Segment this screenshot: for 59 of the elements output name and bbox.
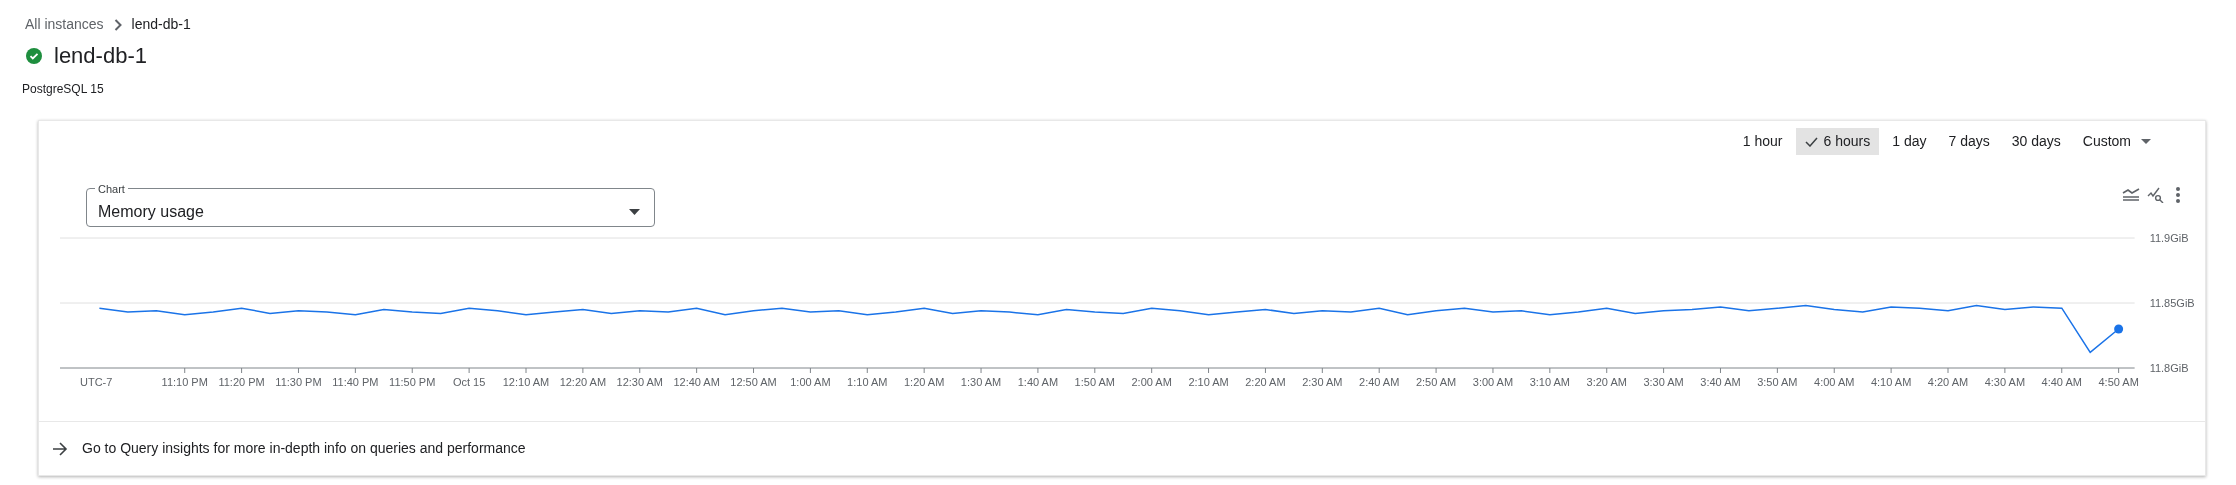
x-axis-label: 12:40 AM [673, 376, 720, 388]
custom-range-dropdown[interactable]: Custom [2073, 128, 2160, 155]
time-range-tab[interactable]: 1 hour [1733, 128, 1792, 155]
check-icon [1804, 136, 1818, 147]
caret-icon [629, 208, 640, 215]
chart-lines-icon[interactable] [2122, 187, 2140, 203]
x-axis-label: Oct 15 [452, 376, 486, 388]
x-axis-label: 2:20 AM [1245, 376, 1286, 388]
x-axis-label: 3:10 AM [1529, 376, 1570, 388]
time-range-tab[interactable]: 7 days [1939, 128, 1999, 155]
x-axis-label: 1:30 AM [960, 376, 1002, 388]
x-axis-label: 2:30 AM [1302, 376, 1343, 388]
x-axis-label: 4:20 AM [1927, 376, 1969, 388]
y-axis-label: 11.8GiB [2149, 362, 2189, 374]
x-axis-label: 4:10 AM [1870, 376, 1912, 388]
x-axis-label: 2:00 AM [1131, 376, 1172, 388]
latest-point-marker [2114, 324, 2124, 334]
x-axis-label: 12:50 AM [730, 376, 777, 388]
y-axis-label: 11.85GiB [2149, 297, 2195, 309]
x-axis-label: 1:10 AM [847, 376, 888, 388]
x-axis-label: 4:40 AM [2041, 376, 2082, 388]
time-range-tab[interactable]: 6 hours [1795, 128, 1880, 155]
time-range-tab[interactable]: 30 days [2002, 128, 2070, 155]
x-axis-label: 3:00 AM [1472, 376, 1514, 388]
breadcrumb-link[interactable]: lend-db-1 [131, 14, 191, 35]
x-axis-label: 4:30 AM [1984, 376, 2026, 388]
x-axis-label: 3:40 AM [1700, 376, 1741, 388]
x-axis-label: 3:30 AM [1643, 376, 1684, 388]
caret-icon [2141, 139, 2151, 144]
y-axis-label: 11.9GiB [2149, 232, 2189, 244]
timezone-label: UTC-7 [80, 376, 113, 388]
field-value: Memory usage [98, 201, 204, 222]
breadcrumb-link[interactable]: All instances [25, 14, 104, 35]
x-axis-label: 4:50 AM [2098, 376, 2139, 388]
x-axis-label: 11:20 PM [218, 376, 265, 388]
x-axis-label: 11:30 PM [275, 376, 322, 388]
x-axis-label: 2:10 AM [1188, 376, 1229, 388]
chart-search-icon[interactable] [2147, 187, 2164, 203]
instance-title: lend-db-1 [54, 42, 147, 70]
x-axis-label: 11:40 PM [332, 376, 379, 388]
x-axis-label: 3:20 AM [1586, 376, 1627, 388]
x-axis-label: 12:30 AM [616, 376, 663, 388]
x-axis-label: 12:10 AM [502, 376, 550, 388]
chevron-right-icon [113, 18, 122, 31]
x-axis-label: 11:10 PM [161, 376, 208, 388]
x-axis-label: 1:20 AM [904, 376, 945, 388]
x-axis-label: 1:50 AM [1074, 376, 1115, 388]
x-axis-label: 1:40 AM [1017, 376, 1059, 388]
query-insights-link[interactable]: Go to Query insights for more in-depth info on queries and performance [82, 438, 526, 459]
time-range-tab[interactable]: 1 day [1883, 128, 1936, 155]
database-version: PostgreSQL 15 [22, 81, 104, 98]
x-axis-label: 12:20 AM [559, 376, 607, 388]
x-axis-label: 4:00 AM [1814, 376, 1855, 388]
x-axis-label: 2:50 AM [1415, 376, 1457, 388]
x-axis-label: 1:00 AM [790, 376, 831, 388]
x-axis-label: 11:50 PM [389, 376, 436, 388]
x-axis-label: 2:40 AM [1359, 376, 1400, 388]
x-axis-label: 3:50 AM [1757, 376, 1798, 388]
arrow-right-icon [52, 441, 68, 456]
